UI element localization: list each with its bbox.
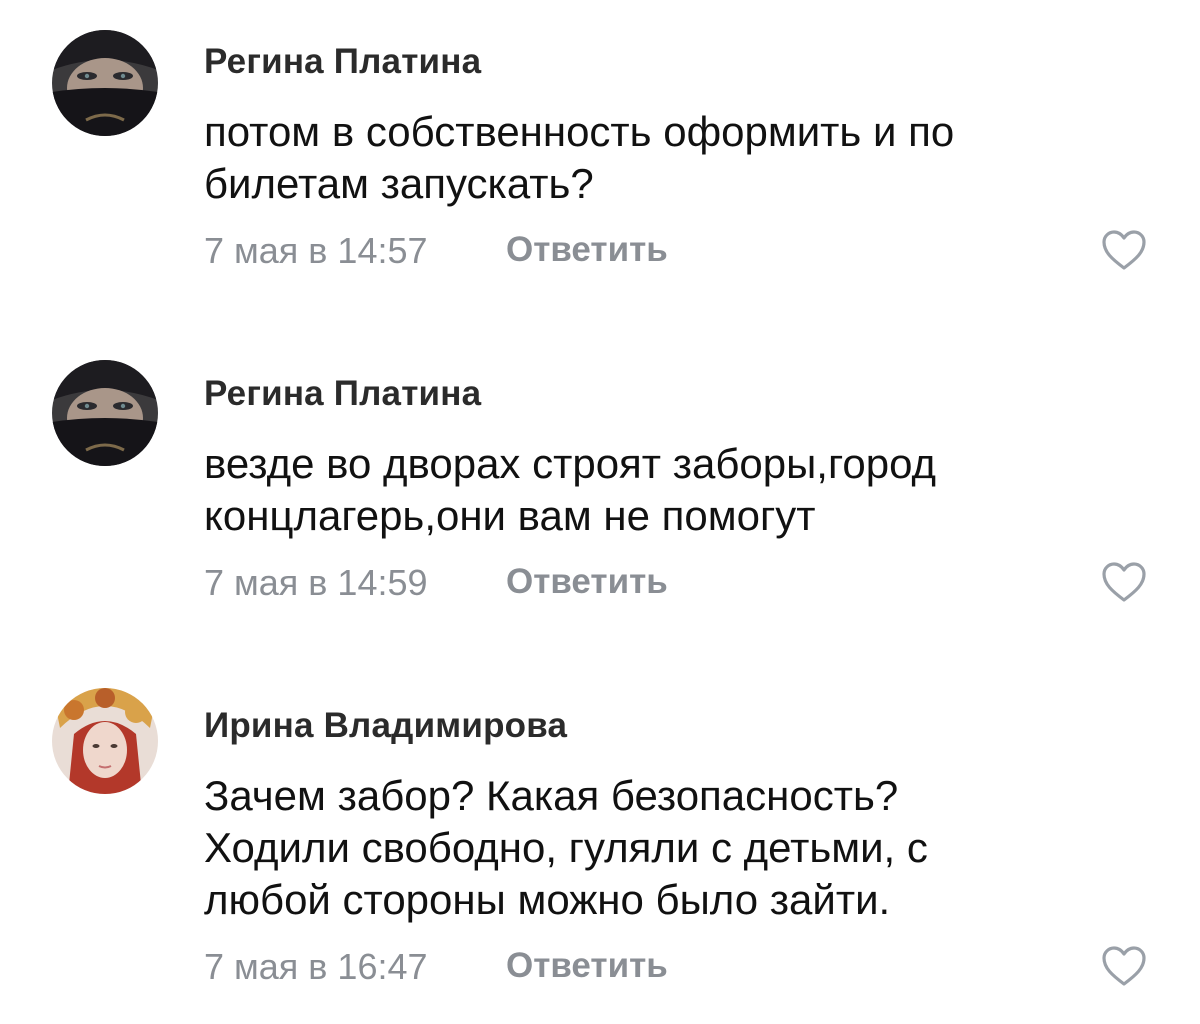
veiled-woman-avatar-icon: [52, 30, 158, 136]
comment-text: потом в собственность оформить и по биле…: [204, 106, 1104, 210]
veiled-woman-avatar-icon: [52, 360, 158, 466]
comment-text: везде во дворах строят заборы,город конц…: [204, 438, 1104, 542]
red-haired-woman-avatar-icon: [52, 688, 158, 794]
comment-text-line: концлагерь,они вам не помогут: [204, 492, 816, 539]
comment-author[interactable]: Ирина Владимирова: [204, 706, 567, 746]
heart-outline-icon[interactable]: [1100, 228, 1148, 272]
comment: Регина Платина потом в собственность офо…: [0, 0, 1200, 330]
heart-outline-icon[interactable]: [1100, 944, 1148, 988]
comment-text-line: любой стороны можно было зайти.: [204, 876, 891, 923]
comment-author[interactable]: Регина Платина: [204, 374, 481, 414]
comment-timestamp: 7 мая в 14:59: [204, 562, 428, 603]
comment-text-line: потом в собственность оформить и по: [204, 108, 955, 155]
comment-author[interactable]: Регина Платина: [204, 42, 481, 82]
comment: Ирина Владимирова Зачем забор? Какая без…: [0, 670, 1200, 1024]
comment-text-line: везде во дворах строят заборы,город: [204, 440, 937, 487]
comment-timestamp: 7 мая в 14:57: [204, 230, 428, 271]
avatar[interactable]: [52, 688, 158, 794]
reply-button[interactable]: Ответить: [506, 562, 668, 602]
comment-text-line: Ходили свободно, гуляли с детьми, с: [204, 824, 928, 871]
comment-text: Зачем забор? Какая безопасность? Ходили …: [204, 770, 1104, 926]
reply-button[interactable]: Ответить: [506, 230, 668, 270]
avatar[interactable]: [52, 30, 158, 136]
comment-text-line: билетам запускать?: [204, 160, 594, 207]
reply-button[interactable]: Ответить: [506, 946, 668, 986]
avatar[interactable]: [52, 360, 158, 466]
comment-text-line: Зачем забор? Какая безопасность?: [204, 772, 899, 819]
heart-outline-icon[interactable]: [1100, 560, 1148, 604]
comment-timestamp: 7 мая в 16:47: [204, 946, 428, 987]
comment: Регина Платина везде во дворах строят за…: [0, 330, 1200, 670]
